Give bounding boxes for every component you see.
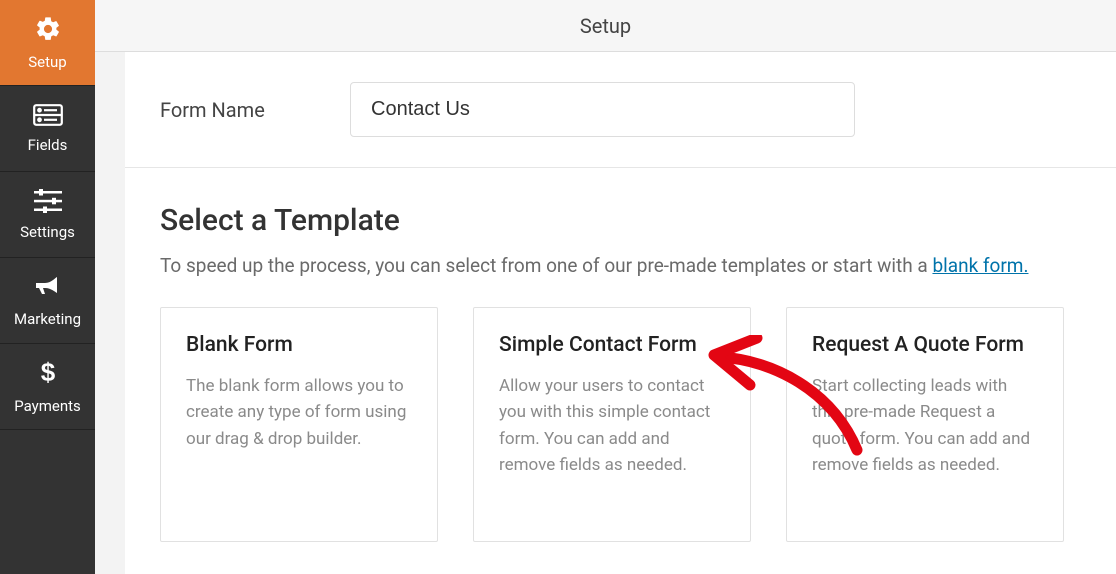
template-title: Blank Form [186,333,412,357]
section-heading: Select a Template [160,203,1081,238]
sidebar-item-setup[interactable]: Setup [0,0,95,86]
template-desc: Start collecting leads with this pre-mad… [812,373,1038,478]
template-desc: Allow your users to contact you with thi… [499,373,725,478]
sidebar-item-label: Marketing [14,310,81,328]
page-title: Setup [580,14,631,38]
sidebar-item-fields[interactable]: Fields [0,86,95,172]
templates-grid: Blank Form The blank form allows you to … [160,307,1081,542]
sliders-icon [34,189,62,217]
sidebar-item-label: Fields [28,136,68,154]
form-name-input[interactable] [350,82,855,137]
template-desc: The blank form allows you to create any … [186,373,412,452]
section-lead: To speed up the process, you can select … [160,254,1081,277]
template-card-simple-contact-form[interactable]: Simple Contact Form Allow your users to … [473,307,751,542]
main: Setup Form Name Select a Template To spe… [95,0,1116,574]
bullhorn-icon [34,274,62,304]
sidebar-item-marketing[interactable]: Marketing [0,258,95,344]
sidebar-item-payments[interactable]: $ Payments [0,344,95,430]
list-icon [33,104,63,130]
blank-form-link[interactable]: blank form. [932,254,1028,277]
page-header: Setup [95,0,1116,52]
sidebar-item-label: Settings [20,223,75,241]
templates-section: Select a Template To speed up the proces… [125,168,1116,542]
template-card-request-a-quote-form[interactable]: Request A Quote Form Start collecting le… [786,307,1064,542]
lead-text: To speed up the process, you can select … [160,254,932,277]
template-title: Request A Quote Form [812,333,1038,357]
sidebar-item-label: Setup [28,53,66,71]
content: Form Name Select a Template To speed up … [125,52,1116,574]
form-name-row: Form Name [125,52,1116,168]
sidebar-item-settings[interactable]: Settings [0,172,95,258]
template-title: Simple Contact Form [499,333,725,357]
svg-text:$: $ [40,359,55,387]
dollar-icon: $ [39,359,57,391]
sidebar: Setup Fields Settings Marketing $ Paymen… [0,0,95,574]
form-name-label: Form Name [160,98,310,122]
sidebar-item-label: Payments [14,397,81,415]
gear-icon [34,15,62,47]
content-gutter [95,52,125,574]
template-card-blank-form[interactable]: Blank Form The blank form allows you to … [160,307,438,542]
